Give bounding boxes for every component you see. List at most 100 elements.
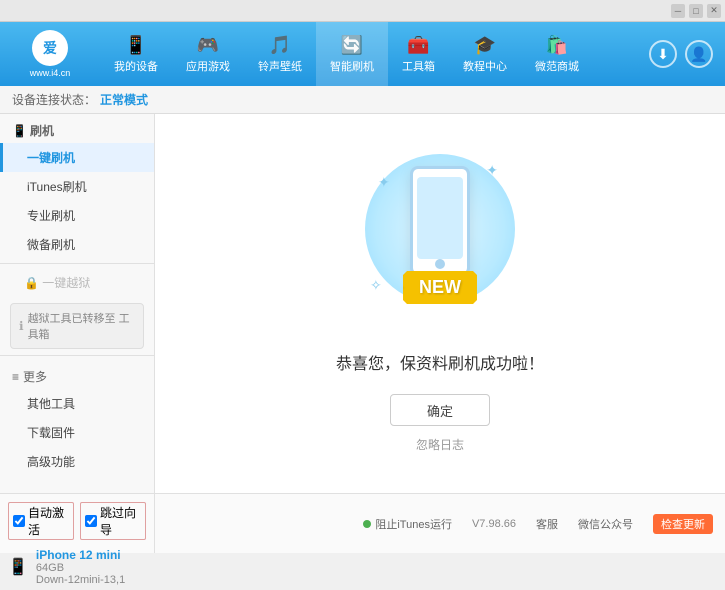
lock-icon: 🔒 — [24, 276, 42, 290]
itunes-status: 阻止iTunes运行 — [363, 516, 452, 532]
notice-text: 越狱工具已转移至 工具箱 — [28, 310, 135, 342]
logo-symbol: 爱 — [43, 38, 57, 58]
header-right: ⬇ 👤 — [649, 40, 725, 68]
sparkle-icon-3: ✧ — [370, 277, 382, 294]
sidebar-divider-1 — [0, 263, 154, 264]
logo-subtext: www.i4.cn — [30, 68, 71, 78]
status-bar: 设备连接状态： 正常模式 — [0, 86, 725, 114]
smart-flash-icon: 🔄 — [341, 35, 363, 56]
pro-flash-label: 专业刷机 — [27, 209, 75, 223]
apps-games-icon: 🎮 — [197, 35, 219, 56]
update-button[interactable]: 检查更新 — [653, 514, 713, 534]
title-bar: ─ □ ✕ — [0, 0, 725, 22]
new-badge: NEW — [403, 271, 477, 304]
ignore-link[interactable]: 忽略日志 — [416, 436, 464, 453]
sidebar-item-download-firmware[interactable]: 下载固件 — [0, 418, 154, 447]
close-button[interactable]: ✕ — [707, 4, 721, 18]
nav-item-apps-games-label: 应用游戏 — [186, 58, 230, 74]
confirm-button[interactable]: 确定 — [390, 394, 490, 426]
ringtones-icon: 🎵 — [269, 35, 291, 56]
download-button[interactable]: ⬇ — [649, 40, 677, 68]
sidebar-item-itunes-flash[interactable]: iTunes刷机 — [0, 172, 154, 201]
bottom-area: 自动激活 跳过向导 📱 iPhone 12 mini 64GB Down-12m… — [0, 493, 725, 553]
sidebar-notice-jailbreak: ℹ 越狱工具已转移至 工具箱 — [10, 303, 144, 349]
main-content: ✦ ✦ ✧ NEW 恭喜您，保资料刷机成功啦！ 确定 忽略日志 — [155, 114, 725, 493]
sidebar-item-jailbreak: 🔒 一键越狱 — [0, 268, 154, 297]
sidebar-item-pro-flash[interactable]: 专业刷机 — [0, 201, 154, 230]
download-firmware-label: 下载固件 — [27, 426, 75, 440]
phone-screen — [417, 177, 463, 259]
version-text: V7.98.66 — [472, 518, 516, 530]
nav-item-toolbox[interactable]: 🧰 工具箱 — [388, 22, 449, 86]
sidebar-item-one-click-flash[interactable]: 一键刷机 — [0, 143, 154, 172]
sparkle-icon-2: ✦ — [486, 162, 498, 179]
logo-icon: 爱 — [32, 30, 68, 66]
jailbreak-label: 一键越狱 — [42, 276, 90, 290]
sidebar: 📱 刷机 一键刷机 iTunes刷机 专业刷机 微备刷机 🔒 一键越狱 ℹ 越狱… — [0, 114, 155, 493]
toolbox-icon: 🧰 — [407, 35, 429, 56]
device-panel: 自动激活 跳过向导 📱 iPhone 12 mini 64GB Down-12m… — [0, 494, 155, 553]
itunes-status-label: 阻止iTunes运行 — [375, 516, 452, 532]
status-label: 设备连接状态： — [12, 91, 96, 108]
status-value: 正常模式 — [100, 91, 148, 108]
customer-service-link[interactable]: 客服 — [536, 516, 558, 532]
more-label: 更多 — [23, 368, 47, 385]
window-controls: ─ □ ✕ — [671, 4, 721, 18]
device-storage: 64GB — [36, 562, 125, 574]
nav-item-my-device-label: 我的设备 — [114, 58, 158, 74]
sidebar-item-micro-flash[interactable]: 微备刷机 — [0, 230, 154, 259]
success-text: 恭喜您，保资料刷机成功啦！ — [336, 350, 544, 374]
nav-item-my-device[interactable]: 📱 我的设备 — [100, 22, 172, 86]
phone-home-btn — [435, 259, 445, 269]
sidebar-divider-2 — [0, 355, 154, 356]
device-info-area: 📱 iPhone 12 mini 64GB Down-12mini-13,1 — [8, 544, 146, 590]
celebration-area: ✦ ✦ ✧ NEW 恭喜您，保资料刷机成功啦！ 确定 忽略日志 — [336, 154, 544, 453]
advanced-label: 高级功能 — [27, 455, 75, 469]
auto-start-checkbox[interactable] — [13, 515, 25, 527]
nav-item-wei-store[interactable]: 🛍️ 微范商城 — [521, 22, 593, 86]
phone-body — [410, 166, 470, 276]
nav-item-smart-flash[interactable]: 🔄 智能刷机 — [316, 22, 388, 86]
user-button[interactable]: 👤 — [685, 40, 713, 68]
itunes-indicator — [363, 520, 371, 528]
skip-wizard-checkbox-label[interactable]: 跳过向导 — [80, 502, 146, 540]
device-checkboxes: 自动激活 跳过向导 — [8, 498, 146, 544]
sidebar-section-flash: 📱 刷机 — [0, 114, 154, 143]
sidebar-item-advanced[interactable]: 高级功能 — [0, 447, 154, 476]
device-icon: 📱 — [8, 557, 28, 577]
sparkle-icon-1: ✦ — [378, 174, 390, 191]
wei-store-icon: 🛍️ — [546, 35, 568, 56]
auto-start-label: 自动激活 — [28, 504, 69, 538]
phone-illustration: ✦ ✦ ✧ NEW — [360, 154, 520, 334]
nav-item-tutorials-label: 教程中心 — [463, 58, 507, 74]
sidebar-item-other-tools[interactable]: 其他工具 — [0, 389, 154, 418]
skip-wizard-checkbox[interactable] — [85, 515, 97, 527]
header: 爱 www.i4.cn 📱 我的设备 🎮 应用游戏 🎵 铃声壁纸 🔄 智能刷机 … — [0, 22, 725, 86]
nav-bar: 📱 我的设备 🎮 应用游戏 🎵 铃声壁纸 🔄 智能刷机 🧰 工具箱 🎓 教程中心… — [100, 22, 649, 86]
notice-icon: ℹ — [19, 319, 24, 333]
bottom-main: 阻止iTunes运行 V7.98.66 客服 微信公众号 检查更新 — [155, 494, 725, 553]
main-layout: 📱 刷机 一键刷机 iTunes刷机 专业刷机 微备刷机 🔒 一键越狱 ℹ 越狱… — [0, 114, 725, 493]
nav-item-tutorials[interactable]: 🎓 教程中心 — [449, 22, 521, 86]
logo-area[interactable]: 爱 www.i4.cn — [0, 30, 100, 78]
nav-item-ringtones-label: 铃声壁纸 — [258, 58, 302, 74]
one-click-flash-label: 一键刷机 — [27, 151, 75, 165]
maximize-button[interactable]: □ — [689, 4, 703, 18]
nav-item-smart-flash-label: 智能刷机 — [330, 58, 374, 74]
device-firmware: Down-12mini-13,1 — [36, 574, 125, 586]
minimize-button[interactable]: ─ — [671, 4, 685, 18]
tutorials-icon: 🎓 — [474, 35, 496, 56]
other-tools-label: 其他工具 — [27, 397, 75, 411]
nav-item-wei-store-label: 微范商城 — [535, 58, 579, 74]
device-name: iPhone 12 mini — [36, 548, 125, 562]
my-device-icon: 📱 — [125, 35, 147, 56]
skip-wizard-label: 跳过向导 — [100, 504, 141, 538]
more-icon: ≡ — [12, 370, 19, 384]
nav-item-apps-games[interactable]: 🎮 应用游戏 — [172, 22, 244, 86]
nav-item-toolbox-label: 工具箱 — [402, 58, 435, 74]
auto-start-checkbox-label[interactable]: 自动激活 — [8, 502, 74, 540]
nav-item-ringtones[interactable]: 🎵 铃声壁纸 — [244, 22, 316, 86]
itunes-flash-label: iTunes刷机 — [27, 180, 87, 194]
device-text: iPhone 12 mini 64GB Down-12mini-13,1 — [36, 548, 125, 586]
wechat-official-link[interactable]: 微信公众号 — [578, 516, 633, 532]
